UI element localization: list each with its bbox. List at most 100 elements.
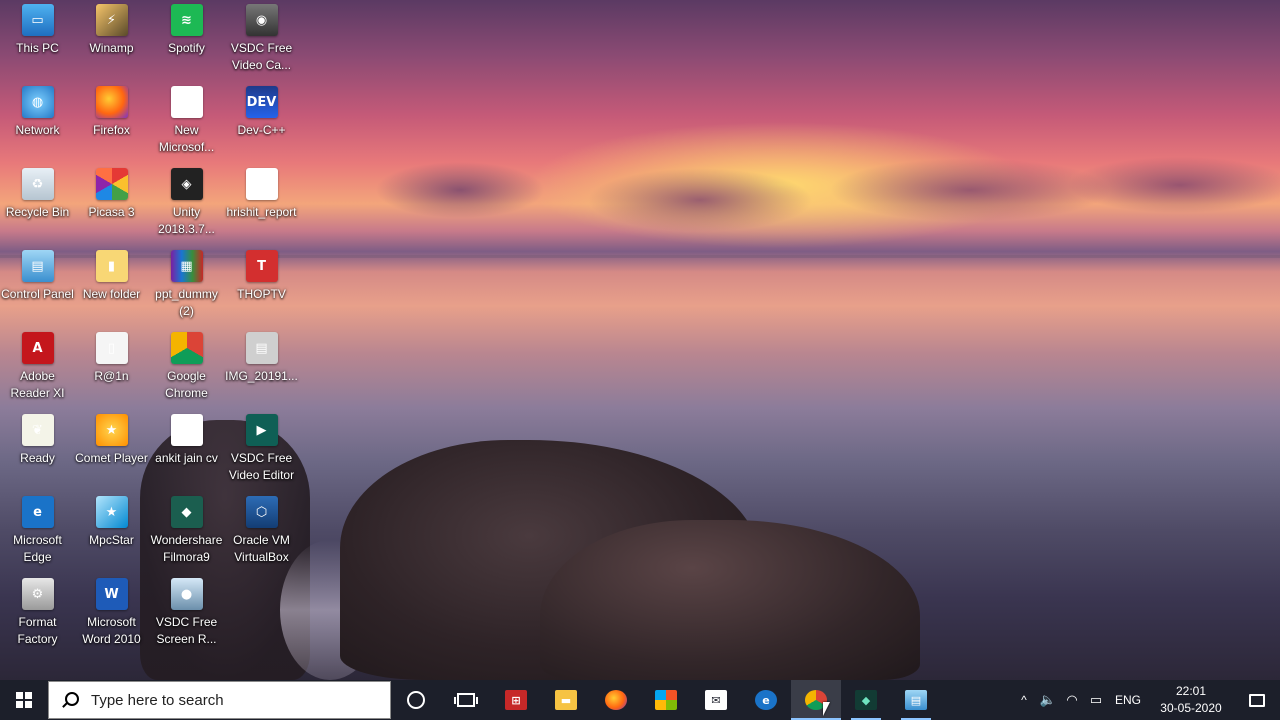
- desktop-icon-label: Microsoft Edge: [13, 533, 62, 564]
- desktop-icon-label: Comet Player: [75, 451, 148, 465]
- show-hidden-icons-button[interactable]: ^: [1012, 680, 1036, 720]
- desktop-icon-chrome[interactable]: Google Chrome: [149, 328, 224, 408]
- desktop-icon-thoptv[interactable]: T THOPTV: [224, 246, 299, 326]
- desktop-icon-ankit-jain-cv[interactable]: W ankit jain cv: [149, 410, 224, 490]
- desktop-icon-control-panel[interactable]: ▤ Control Panel: [0, 246, 75, 326]
- control-panel-taskbar-button[interactable]: ▤: [891, 680, 941, 720]
- desktop-icon-new-folder[interactable]: ▮ New folder: [74, 246, 149, 326]
- desktop-icon-ppt-dummy[interactable]: ▦ ppt_dummy (2): [149, 246, 224, 326]
- desktop-icon-img-file[interactable]: ▤ IMG_20191...: [224, 328, 299, 408]
- desktop-icon-label: Network: [15, 123, 60, 137]
- word-document-icon: W: [170, 414, 203, 446]
- desktop-icon-vsdc-video-editor[interactable]: ▶ VSDC Free Video Editor: [224, 410, 299, 490]
- computer-icon: ▭: [21, 4, 54, 36]
- desktop-icon-label: VSDC Free Video Ca...: [230, 41, 293, 72]
- folder-icon: ▬: [555, 690, 577, 710]
- desktop-icon-adobe-reader[interactable]: A Adobe Reader XI: [0, 328, 75, 408]
- desktop-icon-label: Oracle VM VirtualBox: [233, 533, 290, 564]
- dev-cpp-icon: DEV: [245, 86, 278, 118]
- desktop-icon-label: THOPTV: [237, 287, 286, 301]
- filmora-icon: ◆: [170, 496, 203, 528]
- wifi-icon[interactable]: ◠: [1060, 680, 1084, 720]
- input-language-button[interactable]: ENG: [1108, 680, 1148, 720]
- clock[interactable]: 22:01 30-05-2020: [1148, 680, 1234, 720]
- mail-icon: ✉: [705, 690, 727, 710]
- desktop-icon-label: Spotify: [168, 41, 205, 55]
- desktop-icon-label: This PC: [16, 41, 59, 55]
- start-button[interactable]: [0, 680, 48, 720]
- desktop-icon-label: Recycle Bin: [5, 205, 70, 219]
- desktop-icon-new-word-doc[interactable]: W New Microsof...: [149, 82, 224, 162]
- desktop-icon-label: VSDC Free Video Editor: [228, 451, 295, 482]
- store-button[interactable]: [641, 680, 691, 720]
- firefox-taskbar-button[interactable]: [591, 680, 641, 720]
- cortana-button[interactable]: [391, 680, 441, 720]
- desktop-icon-label: VSDC Free Screen R...: [155, 615, 218, 646]
- gift-app-button[interactable]: ⊞: [491, 680, 541, 720]
- desktop-icon-label: hrishit_report: [226, 205, 297, 219]
- desktop-icon-edge[interactable]: e Microsoft Edge: [0, 492, 75, 572]
- vsdc-video-capture-icon: ◉: [245, 4, 278, 36]
- desktop-icon-label: Microsoft Word 2010: [82, 615, 141, 646]
- desktop-icon-this-pc[interactable]: ▭ This PC: [0, 0, 75, 80]
- wallpaper-clouds: [280, 130, 1280, 240]
- task-view-icon: [454, 693, 478, 707]
- desktop-icon-filmora[interactable]: ◆ Wondershare Filmora9: [149, 492, 224, 572]
- gift-icon: ⊞: [505, 690, 527, 710]
- desktop-icon-label: R@1n: [94, 369, 129, 383]
- action-center-button[interactable]: [1234, 680, 1280, 720]
- desktop-icon-word-2010[interactable]: W Microsoft Word 2010: [74, 574, 149, 654]
- thoptv-icon: T: [245, 250, 278, 282]
- ready-icon: ❦: [21, 414, 54, 446]
- desktop-icon-label: Picasa 3: [88, 205, 135, 219]
- desktop-icon-vsdc-video-capture[interactable]: ◉ VSDC Free Video Ca...: [224, 0, 299, 80]
- vsdc-screen-recorder-icon: ●: [170, 578, 203, 610]
- desktop-icon-format-factory[interactable]: ⚙ Format Factory: [0, 574, 75, 654]
- desktop-icon-label: New folder: [82, 287, 141, 301]
- desktop-icon-label: Unity 2018.3.7...: [158, 205, 215, 236]
- control-panel-icon: ▤: [905, 690, 927, 710]
- edge-taskbar-button[interactable]: e: [741, 680, 791, 720]
- desktop-icon-r1n[interactable]: ▯ R@1n: [74, 328, 149, 408]
- edge-icon: e: [21, 496, 54, 528]
- desktop-icon-picasa[interactable]: Picasa 3: [74, 164, 149, 244]
- search-icon: [61, 691, 79, 709]
- battery-icon[interactable]: ▭: [1084, 680, 1108, 720]
- desktop-icon-virtualbox[interactable]: ⬡ Oracle VM VirtualBox: [224, 492, 299, 572]
- desktop-icon-vsdc-screen-recorder[interactable]: ● VSDC Free Screen R...: [149, 574, 224, 654]
- image-file-icon: ▤: [245, 332, 278, 364]
- comet-player-icon: ★: [95, 414, 128, 446]
- windows-logo-icon: [16, 692, 32, 708]
- system-tray: ^ 🔈 ◠ ▭ ENG 22:01 30-05-2020: [1012, 680, 1280, 720]
- desktop-icon-label: Google Chrome: [165, 369, 208, 400]
- mpcstar-icon: ★: [95, 496, 128, 528]
- format-factory-icon: ⚙: [21, 578, 54, 610]
- desktop-icon-unity[interactable]: ◈ Unity 2018.3.7...: [149, 164, 224, 244]
- taskbar-search-box[interactable]: [48, 681, 391, 719]
- volume-icon[interactable]: 🔈: [1036, 680, 1060, 720]
- search-input[interactable]: [89, 690, 363, 710]
- desktop-icon-label: Dev-C++: [237, 123, 286, 137]
- desktop-icon-ready[interactable]: ❦ Ready: [0, 410, 75, 490]
- desktop-icon-dev-cpp[interactable]: DEV Dev-C++: [224, 82, 299, 162]
- desktop-icon-mpcstar[interactable]: ★ MpcStar: [74, 492, 149, 572]
- edge-icon: e: [755, 690, 777, 710]
- desktop-icon-comet-player[interactable]: ★ Comet Player: [74, 410, 149, 490]
- desktop-icon-hrishit-report[interactable]: W hrishit_report: [224, 164, 299, 244]
- filmora-taskbar-button[interactable]: ◆: [841, 680, 891, 720]
- desktop-icon-recycle-bin[interactable]: ♻ Recycle Bin: [0, 164, 75, 244]
- desktop-icon-winamp[interactable]: ⚡ Winamp: [74, 0, 149, 80]
- file-explorer-button[interactable]: ▬: [541, 680, 591, 720]
- task-view-button[interactable]: [441, 680, 491, 720]
- mail-button[interactable]: ✉: [691, 680, 741, 720]
- adobe-reader-icon: A: [21, 332, 54, 364]
- desktop-icon-label: ankit jain cv: [155, 451, 218, 465]
- word-document-icon: W: [245, 168, 278, 200]
- desktop-icon-spotify[interactable]: ≋ Spotify: [149, 0, 224, 80]
- chrome-taskbar-button[interactable]: [791, 680, 841, 720]
- desktop-icon-label: MpcStar: [89, 533, 134, 547]
- desktop-icon-firefox[interactable]: Firefox: [74, 82, 149, 162]
- desktop-icon-label: Firefox: [93, 123, 130, 137]
- firefox-icon: [95, 86, 128, 118]
- desktop-icon-network[interactable]: ◍ Network: [0, 82, 75, 162]
